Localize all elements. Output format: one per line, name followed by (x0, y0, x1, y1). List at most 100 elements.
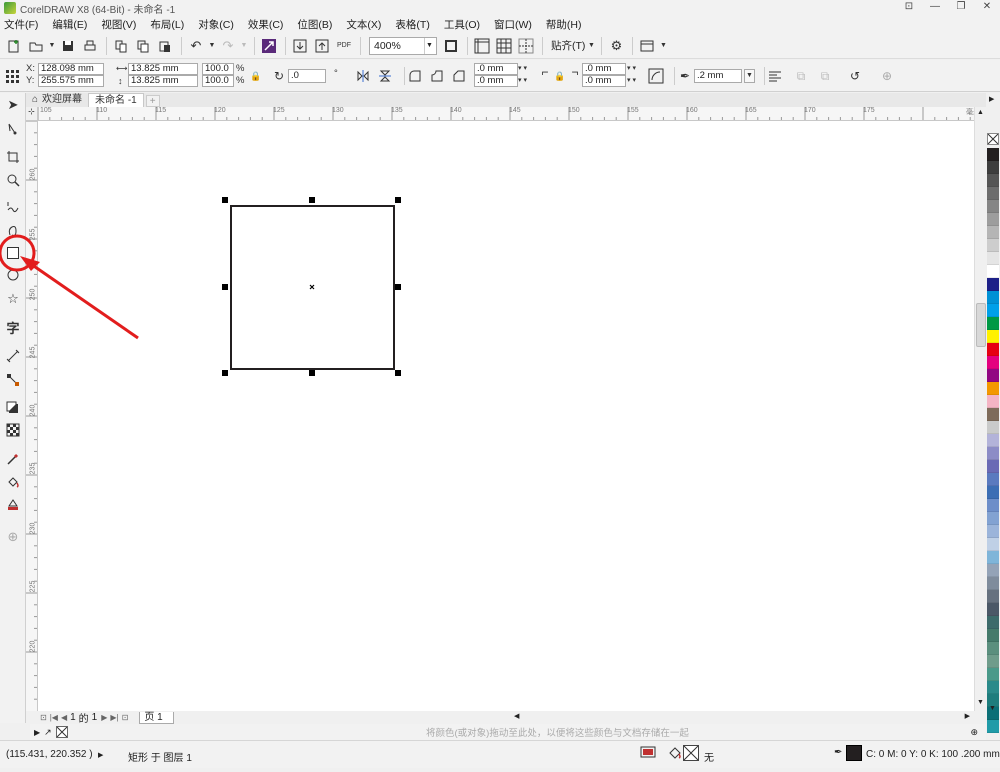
scroll-up-icon[interactable]: ▲ (977, 109, 984, 116)
palette-swatch[interactable] (987, 187, 999, 200)
convert-to-curves-icon[interactable]: ↺ (846, 67, 864, 85)
menu-table[interactable]: 表格(T) (395, 17, 429, 32)
palette-swatch[interactable] (987, 499, 999, 512)
menu-view[interactable]: 视图(V) (101, 17, 136, 32)
connector-tool-icon[interactable] (3, 370, 23, 390)
doc-palette-eyedropper-icon[interactable]: ↗ (44, 727, 52, 738)
palette-scroll-up-icon[interactable]: ▶ (989, 95, 994, 103)
go-last-icon[interactable]: ▶| (110, 713, 118, 722)
show-grid-icon[interactable] (494, 36, 514, 56)
restore-button[interactable]: ❐ (952, 0, 970, 14)
account-icon[interactable]: ⊡ (900, 0, 918, 14)
palette-swatch[interactable] (987, 434, 999, 447)
palette-swatch[interactable] (987, 343, 999, 356)
corner-br-spinner[interactable]: ▾ ▾ (627, 75, 636, 87)
import-icon[interactable] (290, 36, 310, 56)
drop-shadow-tool-icon[interactable] (3, 398, 23, 418)
ruler-origin[interactable]: ⊹ (26, 107, 38, 121)
artistic-media-tool-icon[interactable] (3, 220, 23, 240)
corner-radius-bottom-right-input[interactable]: .0 mm (582, 75, 626, 87)
round-corner-icon[interactable] (406, 67, 424, 85)
horizontal-ruler[interactable]: 105 110 115 120 125 130 135 140 145 150 … (38, 107, 986, 121)
snap-to-menu[interactable]: 贴齐(T) (551, 38, 585, 53)
vertical-scrollbar[interactable]: ▲ ▼ (974, 107, 986, 711)
palette-swatch[interactable] (987, 629, 999, 642)
text-wrap-icon[interactable] (766, 67, 784, 85)
tab-welcome-screen[interactable]: ⌂ 欢迎屏幕 (26, 93, 88, 107)
palette-swatch[interactable] (987, 382, 999, 395)
pick-tool-icon[interactable]: ➤ (3, 95, 23, 115)
parallel-dimension-tool-icon[interactable] (3, 346, 23, 366)
paste-icon[interactable] (155, 36, 175, 56)
export-icon[interactable] (312, 36, 332, 56)
y-position-input[interactable]: 255.575 mm (38, 75, 104, 87)
zoom-tool-icon[interactable] (3, 170, 23, 190)
fill-none-swatch[interactable] (683, 745, 699, 761)
palette-swatch[interactable] (987, 642, 999, 655)
palette-swatch[interactable] (987, 291, 999, 304)
next-page-icon[interactable]: ▶ (101, 713, 107, 722)
polygon-tool-icon[interactable]: ☆ (3, 289, 23, 309)
palette-swatch[interactable] (987, 265, 999, 278)
palette-scroll-down-icon[interactable]: ▼ (989, 705, 996, 712)
crop-tool-icon[interactable] (3, 147, 23, 167)
minimize-button[interactable]: — (926, 0, 944, 14)
palette-swatch[interactable] (987, 603, 999, 616)
rectangle-tool-icon[interactable] (3, 243, 23, 263)
interactive-fill-tool-icon[interactable] (3, 472, 23, 492)
export-pdf-icon[interactable]: PDF (334, 36, 354, 56)
application-launcher-icon[interactable] (637, 36, 657, 56)
scalloped-corner-icon[interactable] (428, 67, 446, 85)
chevron-down-icon[interactable]: ▼ (424, 37, 434, 54)
zoom-level-select[interactable]: 400% ▼ (369, 36, 437, 55)
search-content-icon[interactable] (259, 36, 279, 56)
prev-page-icon[interactable]: ◀ (61, 713, 67, 722)
mirror-horizontal-icon[interactable] (354, 67, 372, 85)
undo-dropdown-icon[interactable]: ▼ (208, 36, 216, 56)
save-icon[interactable] (58, 36, 78, 56)
palette-swatch[interactable] (987, 161, 999, 174)
palette-swatch[interactable] (987, 174, 999, 187)
text-tool-icon[interactable]: 字 (3, 317, 23, 337)
menu-object[interactable]: 对象(C) (198, 17, 234, 32)
palette-swatch[interactable] (987, 226, 999, 239)
launcher-dropdown-icon[interactable]: ▼ (659, 36, 667, 56)
palette-swatch[interactable] (987, 525, 999, 538)
show-rulers-icon[interactable] (472, 36, 492, 56)
palette-swatch[interactable] (987, 668, 999, 681)
menu-file[interactable]: 文件(F) (4, 17, 38, 32)
options-gear-icon[interactable]: ⚙ (606, 36, 626, 56)
scale-x-input[interactable]: 100.0 (202, 63, 234, 75)
first-page-icon[interactable]: ⊡ (40, 713, 47, 722)
relative-corner-scaling-icon[interactable] (647, 67, 665, 85)
palette-swatch[interactable] (987, 551, 999, 564)
palette-swatch[interactable] (987, 408, 999, 421)
palette-swatch[interactable] (987, 252, 999, 265)
menu-edit[interactable]: 编辑(E) (52, 17, 87, 32)
new-tab-plus-icon[interactable]: + (145, 95, 160, 107)
palette-swatch[interactable] (987, 330, 999, 343)
menu-tools[interactable]: 工具(O) (444, 17, 480, 32)
palette-swatch[interactable] (987, 512, 999, 525)
scroll-left-icon[interactable]: ◀ (514, 712, 519, 720)
palette-swatch[interactable] (987, 421, 999, 434)
menu-bitmaps[interactable]: 位图(B) (297, 17, 332, 32)
copy-icon[interactable] (133, 36, 153, 56)
new-document-icon[interactable] (4, 36, 24, 56)
cut-icon[interactable] (111, 36, 131, 56)
page-1-tab[interactable]: 页 1 (139, 711, 174, 724)
show-guidelines-icon[interactable] (516, 36, 536, 56)
outline-width-input[interactable]: .2 mm (694, 69, 742, 83)
add-page-icon[interactable]: ⊡ (122, 713, 129, 722)
doc-palette-no-color-icon[interactable] (55, 726, 68, 738)
menu-effects[interactable]: 效果(C) (248, 17, 284, 32)
palette-swatch[interactable] (987, 278, 999, 291)
menu-text[interactable]: 文本(X) (346, 17, 381, 32)
snap-dropdown-icon[interactable]: ▼ (587, 36, 595, 56)
full-screen-icon[interactable] (441, 36, 461, 56)
doc-palette-arrow-icon[interactable]: ▶ (34, 728, 40, 737)
smart-fill-tool-icon[interactable] (3, 494, 23, 514)
height-input[interactable]: 13.825 mm (128, 75, 198, 87)
palette-swatch[interactable] (987, 538, 999, 551)
transparency-tool-icon[interactable] (3, 420, 23, 440)
